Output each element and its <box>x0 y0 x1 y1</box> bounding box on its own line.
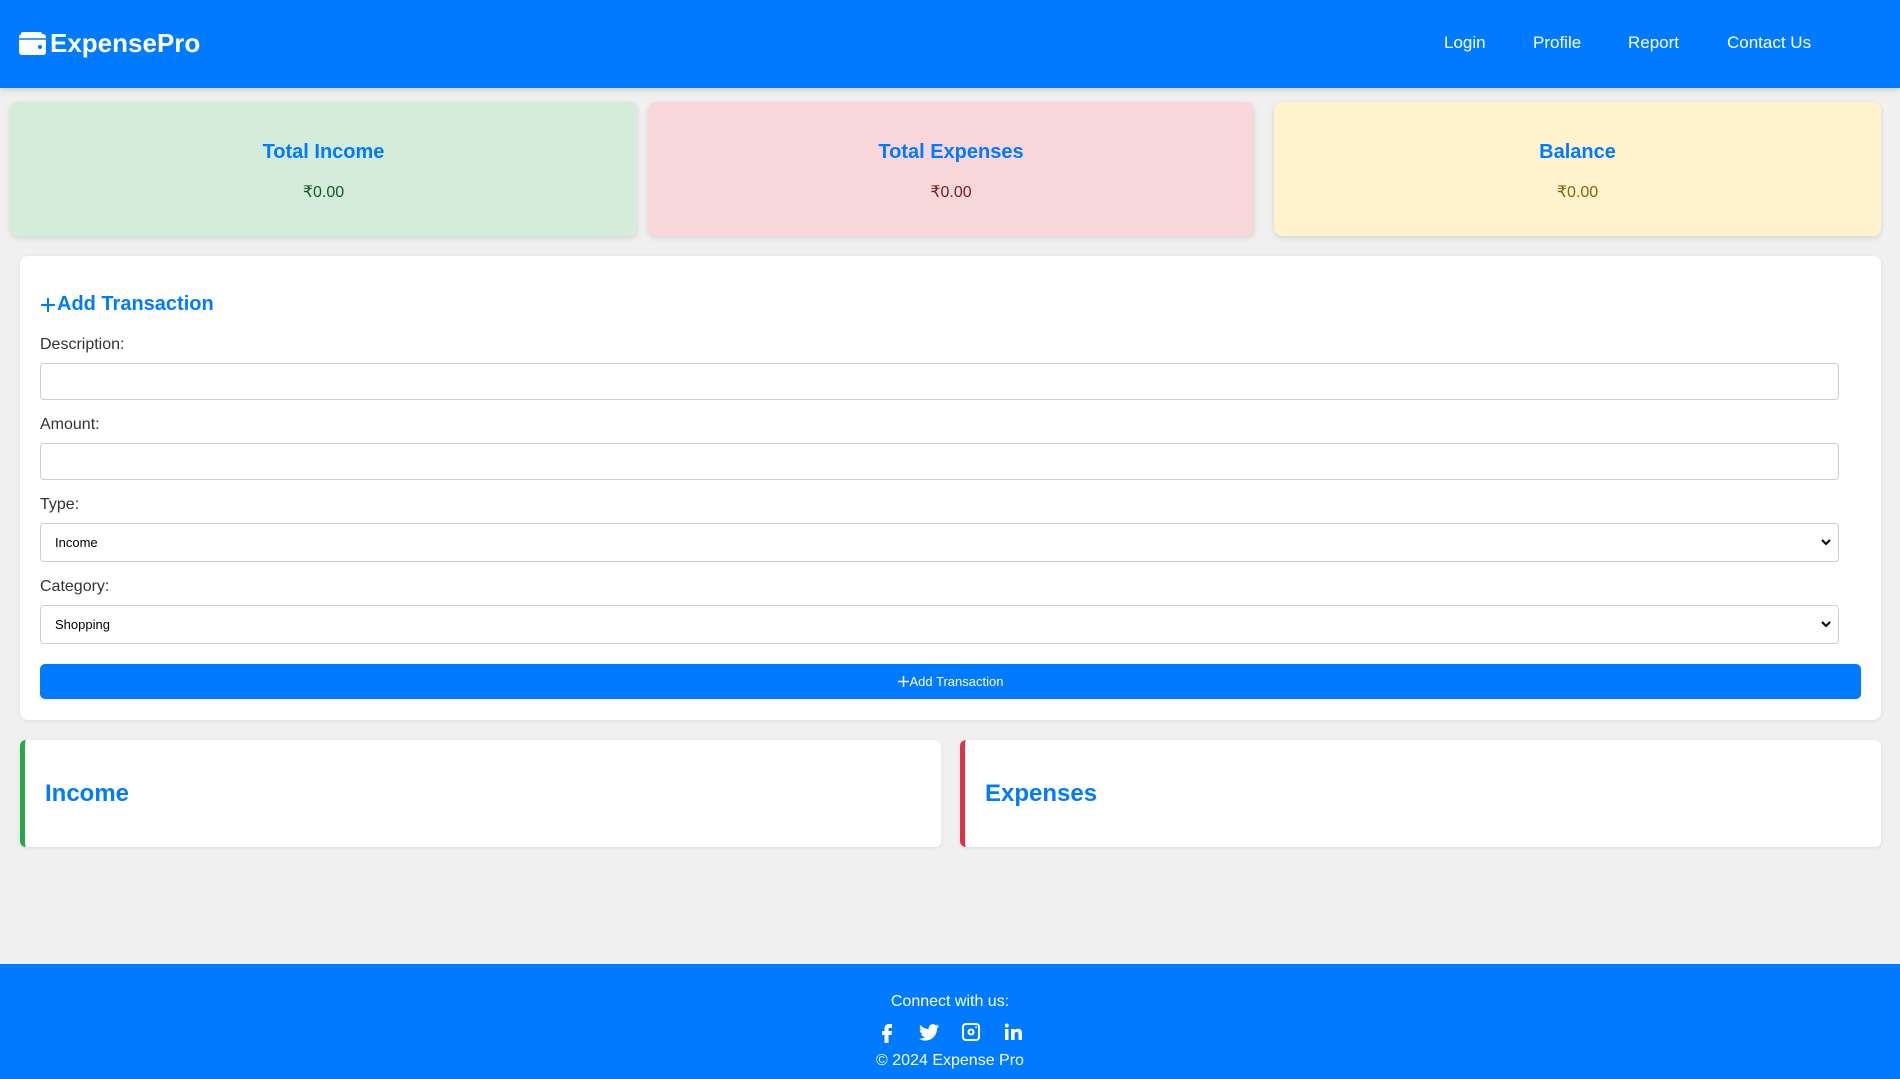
amount-input[interactable] <box>40 443 1839 480</box>
amount-label: Amount: <box>40 416 100 433</box>
nav-login[interactable]: Login <box>1444 33 1486 53</box>
nav-contact[interactable]: Contact Us <box>1727 33 1811 53</box>
category-select[interactable]: Shopping <box>40 605 1839 644</box>
expenses-list-title: Expenses <box>985 780 1098 807</box>
brand-name: ExpensePro <box>50 28 201 58</box>
twitter-icon[interactable] <box>917 1020 941 1049</box>
linkedin-icon[interactable] <box>1001 1020 1025 1049</box>
connect-text: Connect with us: <box>890 993 1010 1010</box>
total-expenses-title: Total Expenses <box>878 141 1024 163</box>
plus-icon <box>41 297 55 312</box>
instagram-icon[interactable] <box>959 1020 983 1049</box>
form-title-text: Add Transaction <box>57 293 214 315</box>
nav-profile[interactable]: Profile <box>1533 33 1581 53</box>
add-transaction-button-label: Add Transaction <box>909 674 1004 689</box>
balance-title: Balance <box>1539 141 1616 163</box>
social-links <box>0 1020 1900 1049</box>
total-income-amount: ₹0.00 <box>302 184 345 201</box>
form-title: Add Transaction <box>40 293 214 316</box>
brand[interactable]: ExpensePro <box>19 28 200 59</box>
total-income-title: Total Income <box>262 141 385 163</box>
category-selected-value: Shopping <box>55 617 110 632</box>
income-list: Income <box>20 740 941 847</box>
description-label: Description: <box>40 336 125 353</box>
type-label: Type: <box>40 496 80 513</box>
navbar: ExpensePro Login Profile Report Contact … <box>0 0 1900 88</box>
balance-amount: ₹0.00 <box>1556 184 1599 201</box>
plus-icon <box>897 676 909 687</box>
footer: Connect with us: © 2024 Expense Pro <box>0 964 1900 1079</box>
wallet-icon <box>19 31 46 55</box>
add-transaction-button[interactable]: Add Transaction <box>40 664 1861 699</box>
chevron-down-icon <box>1821 621 1831 628</box>
description-input[interactable] <box>40 363 1839 400</box>
nav-report[interactable]: Report <box>1628 33 1679 53</box>
type-selected-value: Income <box>55 535 98 550</box>
type-select[interactable]: Income <box>40 523 1839 562</box>
total-expenses-amount: ₹0.00 <box>930 184 972 201</box>
add-transaction-form: Add Transaction Description: Amount: Typ… <box>20 256 1881 720</box>
chevron-down-icon <box>1821 539 1831 546</box>
income-list-title: Income <box>45 780 130 807</box>
expenses-list: Expenses <box>960 740 1881 847</box>
facebook-icon[interactable] <box>875 1020 899 1049</box>
balance-card: Balance ₹0.00 <box>1274 102 1881 236</box>
category-label: Category: <box>40 578 110 595</box>
total-expenses-card: Total Expenses ₹0.00 <box>648 102 1254 236</box>
copyright: © 2024 Expense Pro <box>876 1052 1024 1069</box>
total-income-card: Total Income ₹0.00 <box>10 102 637 236</box>
